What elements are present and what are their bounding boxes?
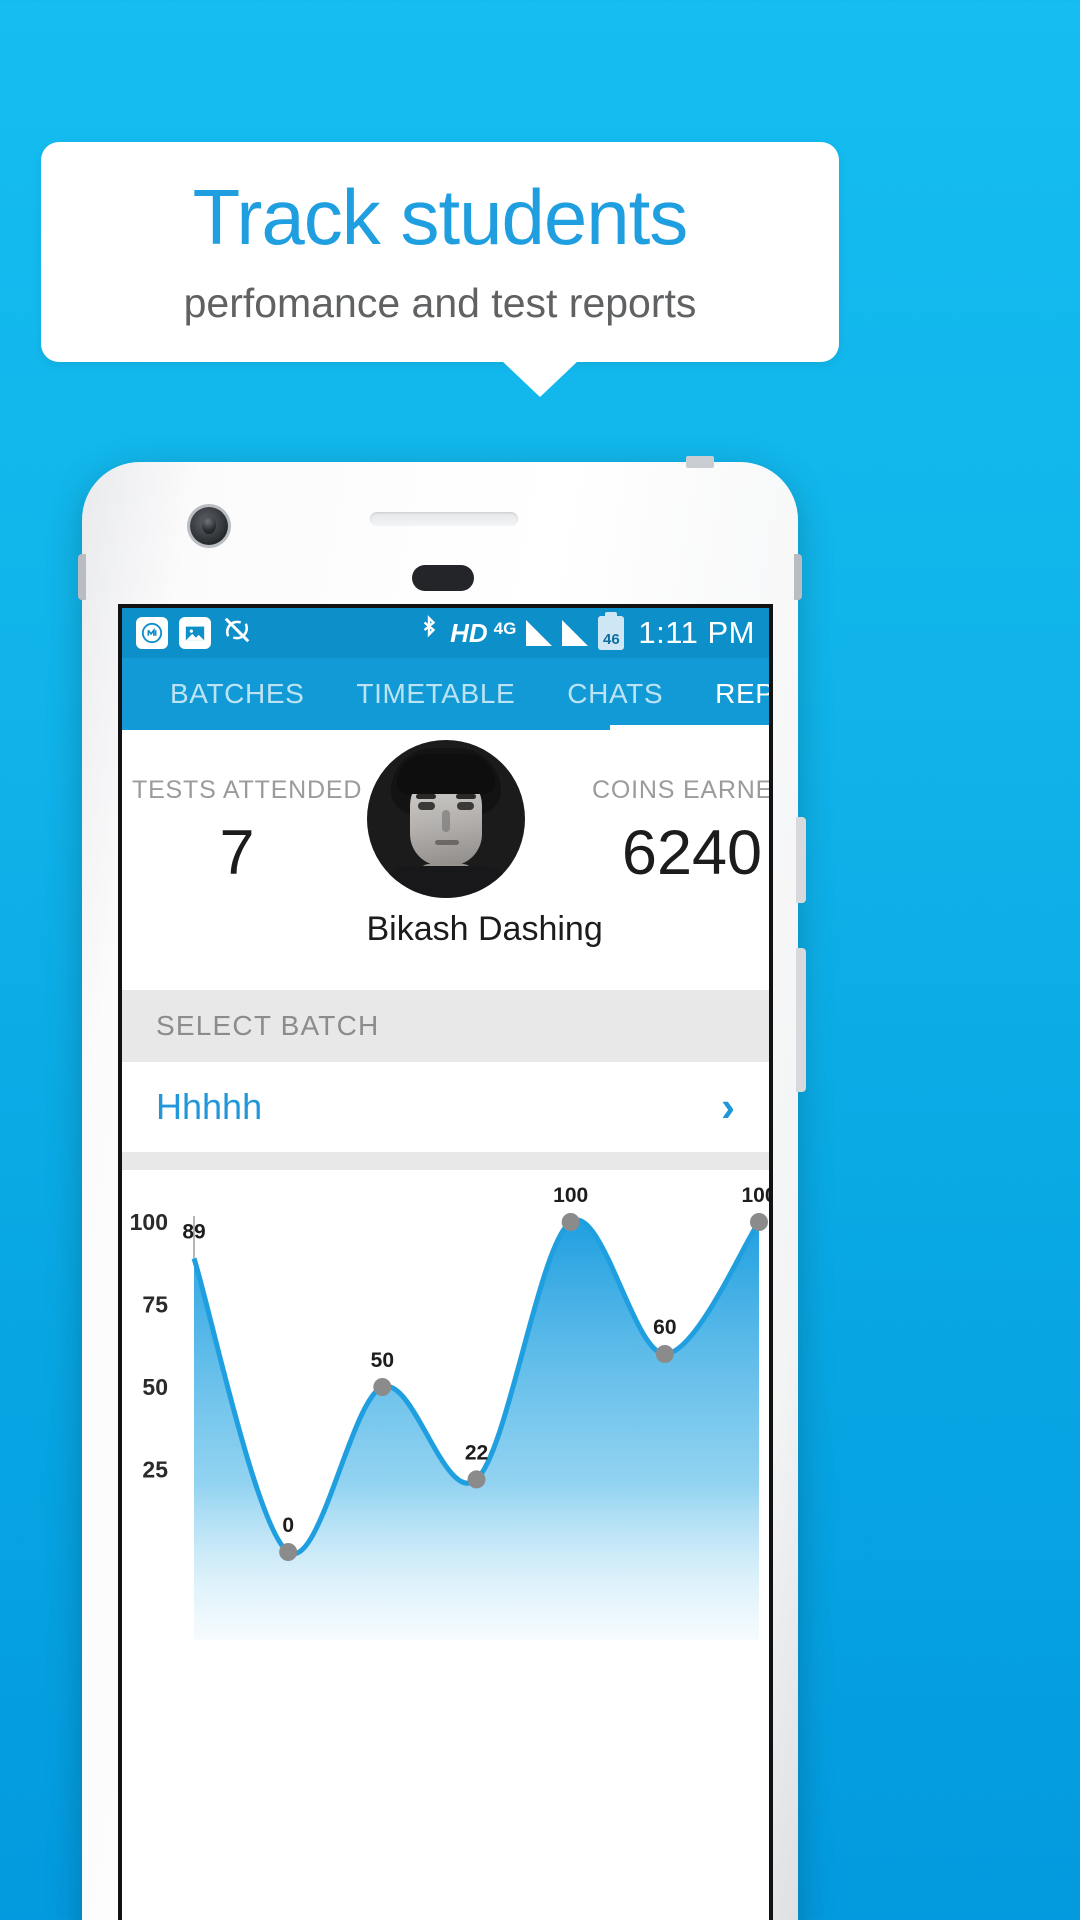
clock-label: 1:11 PM [638,615,755,650]
y-axis-tick-label: 25 [142,1457,168,1483]
avatar-eye-right [456,802,474,810]
chart-svg: 25 50 75 100 89 0 50 22 100 60 100 [130,1184,773,1640]
tests-attended-label: TESTS ATTENDED [132,776,363,804]
stats-section: TESTS ATTENDED 7 Bikash Dashing COINS EA… [122,730,769,990]
chart-data-point[interactable] [750,1213,768,1231]
phone-antenna-strip [686,456,714,468]
chart-point-label: 100 [553,1184,588,1207]
y-axis-tick-label: 75 [142,1292,168,1318]
image-icon [179,617,211,649]
signal-bars-icon [526,620,553,646]
chart-point-label: 0 [282,1514,294,1537]
status-bar: HD 4G 46 1:11 PM [122,608,769,658]
callout-title: Track students [192,172,689,261]
chart-area-fill [194,1220,759,1640]
tab-reports[interactable]: REPORTS [689,658,769,730]
volume-button[interactable] [796,948,806,1092]
battery-icon: 46 [598,612,625,650]
tab-bar: BATCHES TIMETABLE CHATS REPORTS [122,658,769,730]
avatar-brow-right [455,794,476,799]
chart-point-label: 50 [371,1349,394,1372]
coins-earned-value: 6240 [621,818,763,888]
hd-icon: HD [450,617,488,648]
coins-earned-label: COINS EARNED [592,776,773,804]
y-axis-tick-label: 100 [130,1209,168,1235]
selected-batch-name: Hhhhh [156,1086,263,1127]
avatar-fringe [396,754,495,794]
performance-chart: 255075100890502210060100 [122,1170,769,1640]
status-bar-left-icons [136,615,252,652]
tab-timetable[interactable]: TIMETABLE [330,658,541,730]
avatar [366,740,525,898]
tab-chats[interactable]: CHATS [541,658,689,730]
phone-edge-right [794,554,802,600]
chart-data-point[interactable] [279,1543,298,1561]
camera-lens-icon [202,516,216,534]
signal-bars-icon-2 [562,620,589,646]
chart-data-point[interactable] [467,1470,486,1489]
phone-edge-left [78,554,86,600]
status-bar-right-icons: HD 4G 46 1:11 PM [418,612,755,652]
chart-data-point[interactable] [373,1378,392,1396]
stat-tests-attended: TESTS ATTENDED 7 [132,776,363,889]
front-camera-icon [190,507,228,545]
avatar-mouth [434,840,459,845]
callout-tail-icon [502,361,578,397]
callout-subtitle: perfomance and test reports [183,280,697,327]
avatar-nose [441,810,450,832]
batch-selector-row[interactable]: Hhhhh › [122,1062,769,1152]
power-button[interactable] [796,817,806,903]
profile-name: Bikash Dashing [366,910,603,948]
y-axis-tick-label: 50 [142,1374,168,1400]
chart-plot-group: 25 50 75 100 89 0 50 22 100 60 100 [130,1184,773,1640]
chart-data-point[interactable] [655,1345,674,1363]
earpiece-speaker [370,512,518,526]
mi-logo-icon [136,617,168,649]
chart-point-label: 89 [182,1220,205,1243]
tests-attended-value: 7 [219,818,255,888]
chart-point-label: 100 [741,1184,773,1207]
avatar-brow-left [415,794,436,799]
select-batch-header: SELECT BATCH [122,990,769,1062]
tab-batches[interactable]: BATCHES [144,658,330,730]
stat-coins-earned: COINS EARNED 6240 [587,776,773,889]
avatar-shoulders [374,866,517,898]
callout-card: Track students perfomance and test repor… [41,142,839,362]
avatar-eye-left [417,802,435,810]
bluetooth-icon [418,614,440,652]
chart-point-label: 60 [653,1316,676,1339]
chart-data-point[interactable] [561,1213,580,1231]
chevron-right-icon[interactable]: › [721,1086,735,1128]
select-batch-label: SELECT BATCH [156,1010,380,1041]
sync-disabled-icon [222,615,252,652]
chart-point-label: 22 [465,1441,488,1464]
section-divider [122,1152,769,1170]
phone-mockup: HD 4G 46 1:11 PM BATCHES TIMETABLE CHATS… [78,456,806,1920]
4g-icon: 4G [493,618,517,638]
profile-block: Bikash Dashing [366,740,603,949]
sensor-bar [412,565,474,591]
phone-screen: HD 4G 46 1:11 PM BATCHES TIMETABLE CHATS… [118,604,773,1920]
